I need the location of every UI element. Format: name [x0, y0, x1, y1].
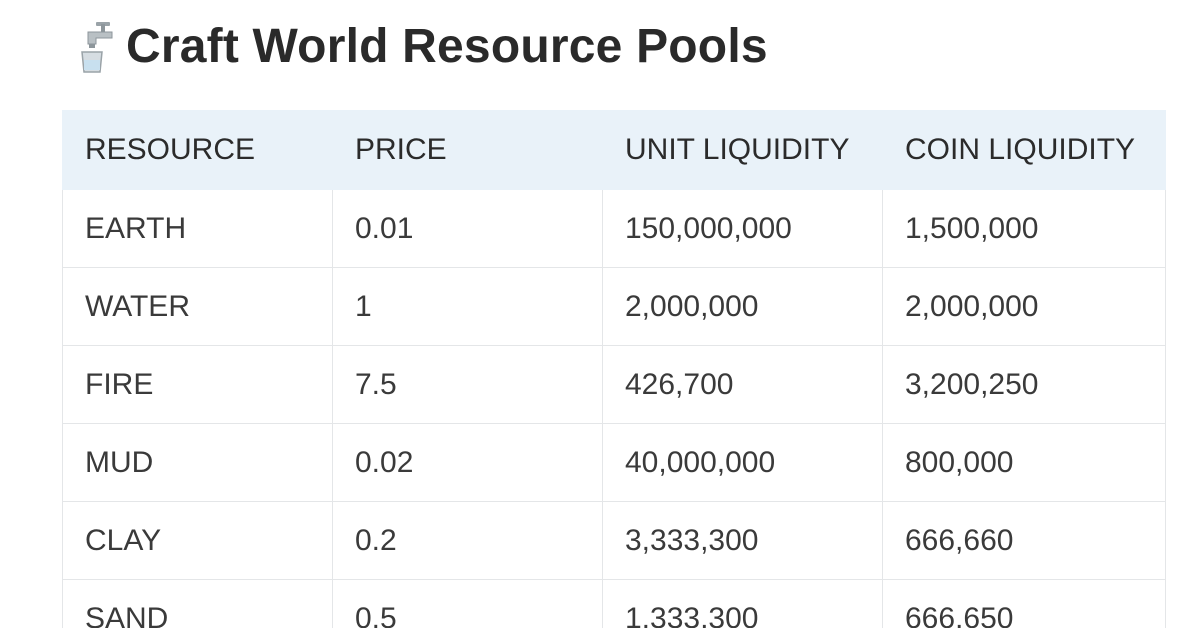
table-row: EARTH 0.01 150,000,000 1,500,000 — [62, 189, 1166, 268]
cell-coin-liquidity: 3,200,250 — [882, 345, 1166, 424]
cell-resource: WATER — [62, 267, 333, 346]
cell-price: 0.2 — [332, 501, 603, 580]
cell-price: 0.02 — [332, 423, 603, 502]
cell-unit-liquidity: 2,000,000 — [602, 267, 883, 346]
cell-unit-liquidity: 40,000,000 — [602, 423, 883, 502]
table-header-row: RESOURCE PRICE UNIT LIQUIDITY COIN LIQUI… — [62, 110, 1166, 190]
cell-unit-liquidity: 3,333,300 — [602, 501, 883, 580]
resource-pools-table: RESOURCE PRICE UNIT LIQUIDITY COIN LIQUI… — [62, 110, 1166, 628]
cell-coin-liquidity: 2,000,000 — [882, 267, 1166, 346]
cell-unit-liquidity: 426,700 — [602, 345, 883, 424]
cell-price: 0.01 — [332, 189, 603, 268]
cell-price: 7.5 — [332, 345, 603, 424]
page-title: Craft World Resource Pools — [126, 19, 768, 73]
cell-price: 1 — [332, 267, 603, 346]
column-header-unit-liquidity: UNIT LIQUIDITY — [602, 110, 883, 190]
cell-price: 0.5 — [332, 579, 603, 628]
cell-resource: CLAY — [62, 501, 333, 580]
page: Craft World Resource Pools RESOURCE PRIC… — [0, 0, 1196, 628]
faucet-icon — [78, 18, 120, 74]
cell-resource: SAND — [62, 579, 333, 628]
column-header-price: PRICE — [332, 110, 603, 190]
cell-resource: EARTH — [62, 189, 333, 268]
cell-resource: FIRE — [62, 345, 333, 424]
cell-coin-liquidity: 666,660 — [882, 501, 1166, 580]
table-row: MUD 0.02 40,000,000 800,000 — [62, 423, 1166, 502]
column-header-coin-liquidity: COIN LIQUIDITY — [882, 110, 1166, 190]
cell-coin-liquidity: 800,000 — [882, 423, 1166, 502]
table-row: WATER 1 2,000,000 2,000,000 — [62, 267, 1166, 346]
table-row: FIRE 7.5 426,700 3,200,250 — [62, 345, 1166, 424]
cell-coin-liquidity: 1,500,000 — [882, 189, 1166, 268]
cell-unit-liquidity: 150,000,000 — [602, 189, 883, 268]
title-row: Craft World Resource Pools — [78, 14, 768, 78]
cell-coin-liquidity: 666,650 — [882, 579, 1166, 628]
table-row: SAND 0.5 1,333,300 666,650 — [62, 579, 1166, 628]
table-row: CLAY 0.2 3,333,300 666,660 — [62, 501, 1166, 580]
column-header-resource: RESOURCE — [62, 110, 333, 190]
cell-unit-liquidity: 1,333,300 — [602, 579, 883, 628]
resource-table-container: RESOURCE PRICE UNIT LIQUIDITY COIN LIQUI… — [62, 110, 1166, 628]
cell-resource: MUD — [62, 423, 333, 502]
